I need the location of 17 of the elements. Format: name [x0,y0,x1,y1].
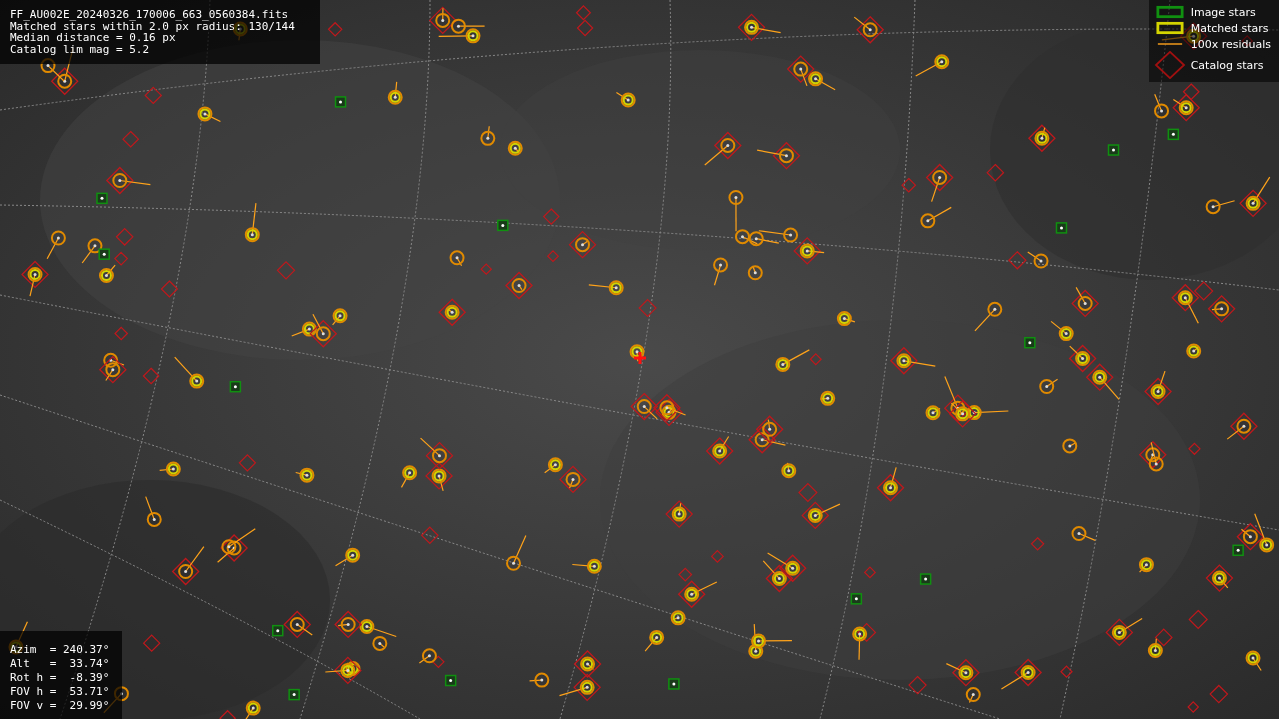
legend-label: 100x residuals [1190,37,1271,51]
info-text: Azim = 240.37° [10,643,111,657]
legend-label: Image stars [1190,5,1256,19]
legend-diamond-icon [1154,51,1186,79]
info-text: FOV v = 29.99° [10,699,111,713]
info-text: Matched stars within 2.0 px radius: 130/144 [10,20,296,32]
legend-square-icon [1156,5,1184,19]
info-text: Median distance = 0.16 px [10,32,176,44]
info-text: FOV h = 53.71° [10,685,111,699]
info-text: Alt = 33.74° [10,657,111,671]
info-text: FF_AU002E_20240326_170006_663_0560384.fits [10,9,290,21]
legend-square-icon [1156,21,1184,35]
info-text: Catalog lim mag = 5.2 [10,43,151,55]
legend-label: Catalog stars [1190,58,1264,72]
legend-line-icon [1156,43,1183,45]
info-text: Rot h = -8.39° [10,671,111,685]
legend-label: Matched stars [1190,21,1269,35]
